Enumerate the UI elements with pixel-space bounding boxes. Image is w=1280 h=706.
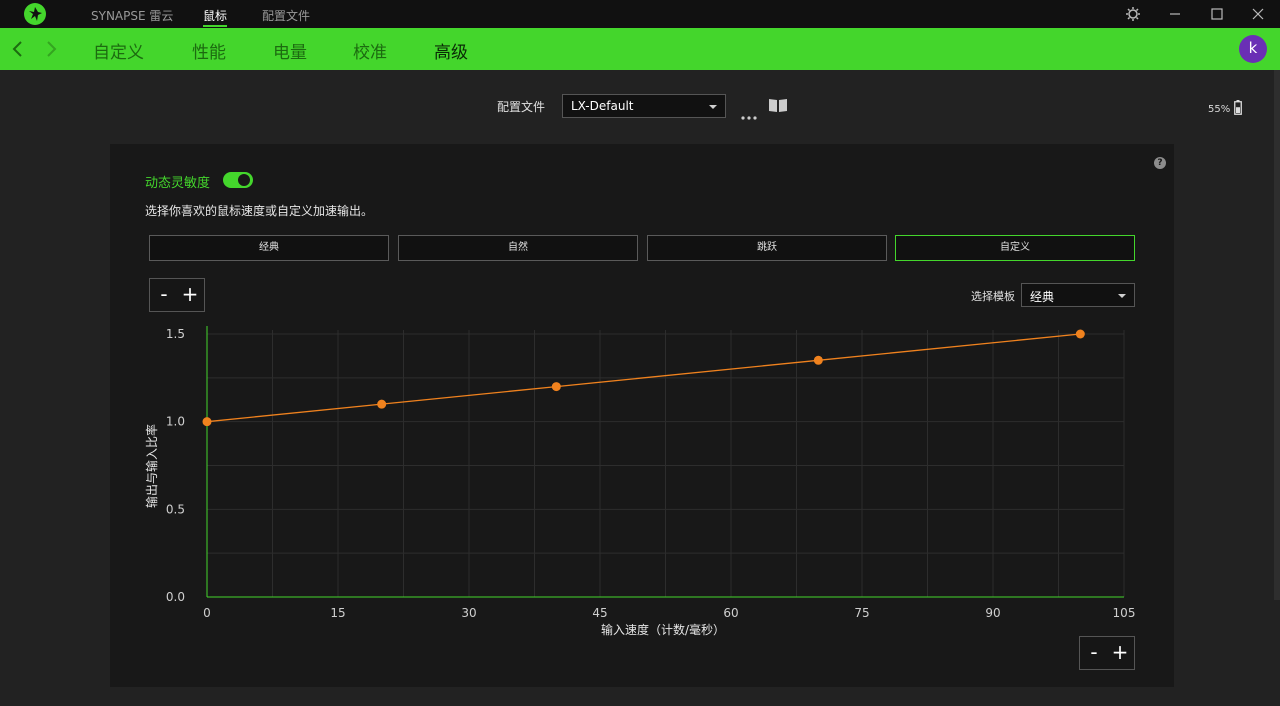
chart-tick-labels: 0 15 30 45 60 75 90 105 0.0 0.5 1.0 1.5 (166, 327, 1136, 620)
y-axis-label: 输出与输入比率 (144, 424, 159, 508)
tab-profiles[interactable]: 配置文件 (262, 7, 310, 24)
tab-synapse[interactable]: SYNAPSE 雷云 (91, 7, 173, 24)
preset-jump-button[interactable]: 跳跃 (647, 235, 887, 261)
curve-point[interactable] (202, 417, 212, 427)
preset-natural-button[interactable]: 自然 (398, 235, 638, 261)
preset-classic-button[interactable]: 经典 (149, 235, 389, 261)
curve-point[interactable] (377, 399, 387, 409)
nav-bar: 自定义 性能 电量 校准 高级 k (0, 28, 1280, 70)
curve-point[interactable] (1075, 329, 1085, 339)
book-icon[interactable] (768, 98, 788, 113)
template-select[interactable]: 经典 (1021, 283, 1135, 307)
tab-calibration[interactable]: 校准 (353, 38, 387, 63)
razer-logo-icon (24, 3, 46, 25)
acceleration-curve-chart[interactable]: 0 15 30 45 60 75 90 105 0.0 0.5 1.0 1.5 输入速度（计数/毫秒）… (140, 320, 1140, 640)
forward-arrow-icon[interactable] (44, 41, 58, 57)
x-tick-label: 0 (203, 606, 211, 620)
x-tick-label: 60 (723, 606, 738, 620)
curve-point[interactable] (551, 382, 561, 392)
zoom-in-button[interactable]: + (1108, 641, 1132, 665)
back-arrow-icon[interactable] (11, 41, 25, 57)
zoom-out-button[interactable]: - (152, 283, 176, 307)
active-tab-indicator (203, 25, 227, 27)
battery-percent: 55% (1208, 104, 1231, 115)
x-tick-label: 45 (592, 606, 607, 620)
zoom-out-button[interactable]: - (1082, 641, 1106, 665)
zoom-controls-top: - + (149, 278, 205, 312)
battery-icon (1234, 100, 1242, 115)
zoom-in-button[interactable]: + (178, 283, 202, 307)
close-icon[interactable] (1246, 4, 1270, 24)
x-axis-label: 输入速度（计数/毫秒） (601, 622, 725, 637)
gear-icon[interactable] (1121, 4, 1145, 24)
curve-point[interactable] (813, 355, 823, 365)
zoom-controls-bottom: - + (1079, 636, 1135, 670)
dynamic-sensitivity-toggle[interactable] (223, 172, 253, 188)
chevron-down-icon (709, 105, 717, 109)
y-tick-label: 1.5 (166, 327, 185, 341)
x-tick-label: 15 (330, 606, 345, 620)
tab-customize[interactable]: 自定义 (93, 38, 144, 63)
tab-performance[interactable]: 性能 (192, 38, 226, 63)
x-tick-label: 90 (985, 606, 1000, 620)
tab-mouse[interactable]: 鼠标 (203, 7, 227, 24)
dynamic-sensitivity-label: 动态灵敏度 (145, 176, 211, 191)
help-icon[interactable]: ? (1154, 157, 1166, 169)
y-tick-label: 0.5 (166, 502, 185, 516)
avatar[interactable]: k (1239, 35, 1267, 63)
toggle-knob (238, 174, 250, 186)
chevron-down-icon (1118, 294, 1126, 298)
maximize-icon[interactable] (1205, 4, 1229, 24)
sensitivity-description: 选择你喜欢的鼠标速度或自定义加速输出。 (145, 204, 374, 218)
y-tick-label: 0.0 (166, 590, 185, 604)
profile-select[interactable]: LX-Default (562, 94, 726, 118)
x-tick-label: 105 (1113, 606, 1136, 620)
preset-custom-button[interactable]: 自定义 (895, 235, 1135, 261)
title-bar: SYNAPSE 雷云 鼠标 配置文件 (0, 0, 1280, 28)
y-tick-label: 1.0 (166, 415, 185, 429)
x-tick-label: 75 (854, 606, 869, 620)
template-select-value: 经典 (1030, 290, 1055, 304)
more-options-icon[interactable] (741, 105, 757, 120)
profile-label: 配置文件 (497, 100, 546, 114)
minimize-icon[interactable] (1163, 4, 1187, 24)
profile-select-value: LX-Default (571, 99, 634, 113)
tab-advanced[interactable]: 高级 (434, 38, 468, 63)
x-tick-label: 30 (461, 606, 476, 620)
chart-grid (207, 330, 1125, 597)
tab-power[interactable]: 电量 (273, 38, 307, 63)
template-label: 选择模板 (971, 290, 1015, 303)
scrollbar[interactable] (1274, 70, 1280, 600)
